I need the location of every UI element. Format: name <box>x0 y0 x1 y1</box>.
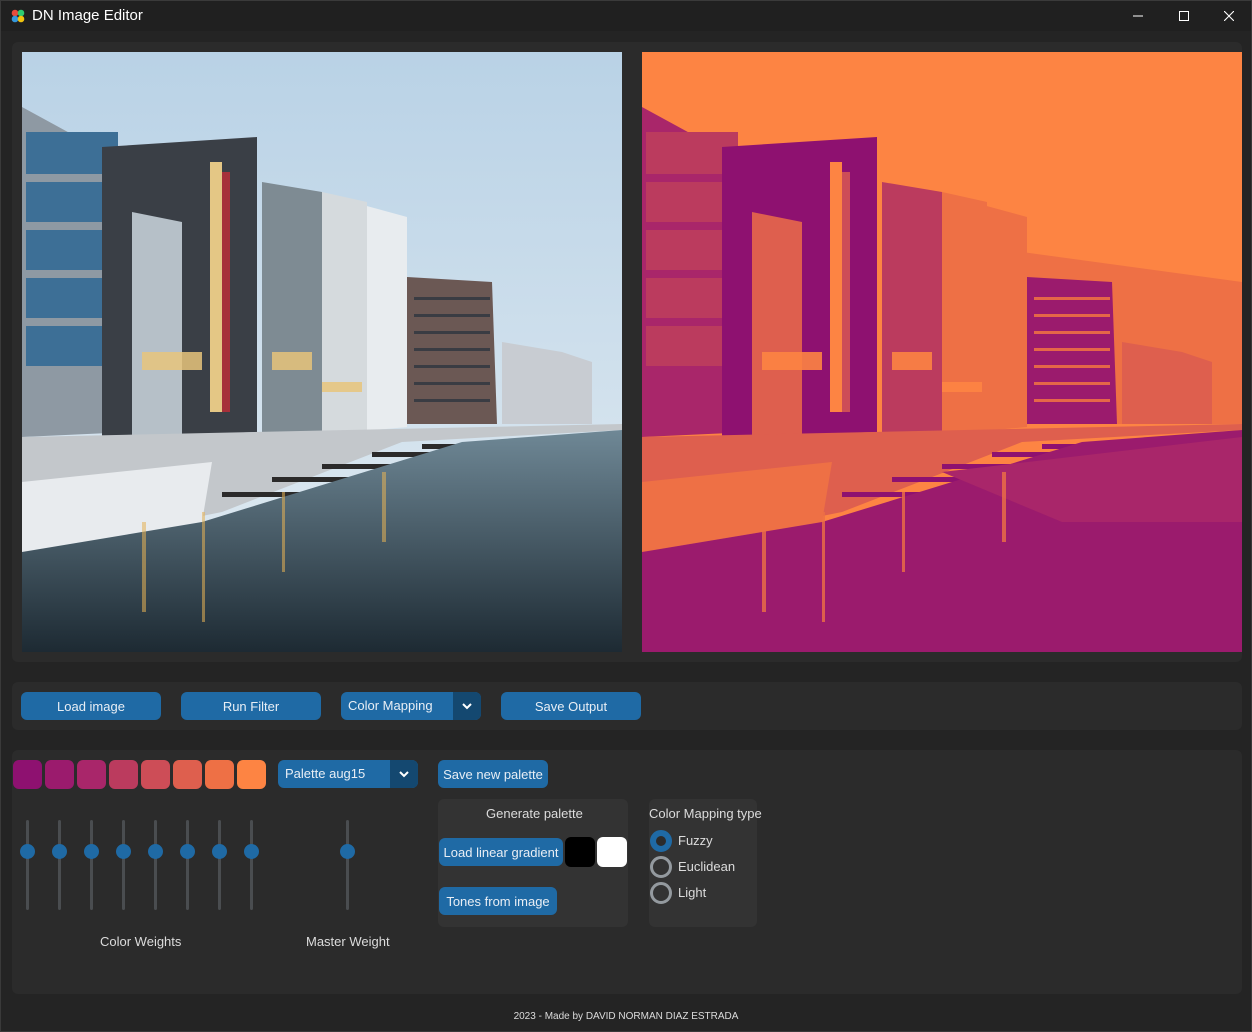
filter-dropdown-button[interactable] <box>453 692 481 720</box>
palette-swatch-5[interactable] <box>141 760 170 789</box>
slider-track <box>26 820 29 910</box>
tones-from-image-button[interactable]: Tones from image <box>439 887 557 915</box>
slider-track <box>186 820 189 910</box>
title-bar[interactable]: DN Image Editor <box>1 1 1251 31</box>
slider-handle[interactable] <box>180 844 195 859</box>
master-weight-label: Master Weight <box>306 934 390 949</box>
app-icon <box>11 9 25 23</box>
mapping-type-title: Color Mapping type <box>649 806 762 821</box>
slider-handle[interactable] <box>20 844 35 859</box>
color-weight-slider-5[interactable] <box>148 820 163 910</box>
minimize-button[interactable] <box>1115 1 1161 31</box>
radio-fuzzy-label: Fuzzy <box>678 833 713 848</box>
slider-handle[interactable] <box>244 844 259 859</box>
filter-select[interactable]: Color Mapping <box>341 692 481 720</box>
color-weights-label: Color Weights <box>100 934 182 949</box>
radio-unchecked-icon <box>650 856 672 878</box>
radio-euclidean-label: Euclidean <box>678 859 736 874</box>
palette-select[interactable]: Palette aug15 <box>278 760 418 788</box>
color-weight-slider-6[interactable] <box>180 820 195 910</box>
close-button[interactable] <box>1206 1 1252 31</box>
images-frame <box>12 42 1242 662</box>
color-weight-slider-4[interactable] <box>116 820 131 910</box>
filter-select-value: Color Mapping <box>348 698 433 713</box>
load-linear-gradient-button[interactable]: Load linear gradient <box>439 838 563 866</box>
save-output-button[interactable]: Save Output <box>501 692 641 720</box>
slider-handle[interactable] <box>148 844 163 859</box>
slider-track <box>250 820 253 910</box>
palette-swatch-1[interactable] <box>13 760 42 789</box>
save-new-palette-button[interactable]: Save new palette <box>438 760 548 788</box>
color-weight-slider-8[interactable] <box>244 820 259 910</box>
palette-swatch-8[interactable] <box>237 760 266 789</box>
maximize-button[interactable] <box>1161 1 1207 31</box>
slider-handle[interactable] <box>84 844 99 859</box>
chevron-down-icon <box>399 770 409 777</box>
palette-swatch-7[interactable] <box>205 760 234 789</box>
palette-swatch-6[interactable] <box>173 760 202 789</box>
mapping-type-panel: Color Mapping type Fuzzy Euclidean Light <box>649 799 762 927</box>
slider-handle[interactable] <box>212 844 227 859</box>
slider-handle[interactable] <box>340 844 355 859</box>
chevron-down-icon <box>462 702 472 709</box>
close-icon <box>1224 11 1234 21</box>
slider-track <box>346 820 349 910</box>
radio-checked-icon <box>650 830 672 852</box>
maximize-icon <box>1179 11 1189 21</box>
palette-select-value: Palette aug15 <box>285 766 366 781</box>
palette-swatch-2[interactable] <box>45 760 74 789</box>
color-weight-slider-1[interactable] <box>20 820 35 910</box>
minimize-icon <box>1133 15 1143 17</box>
output-image <box>642 52 1242 652</box>
palette-dropdown-button[interactable] <box>390 760 418 788</box>
generate-palette-panel: Generate palette Load linear gradient To… <box>438 799 628 927</box>
slider-handle[interactable] <box>52 844 67 859</box>
app-window: DN Image Editor Load image Run Filter Co… <box>0 0 1252 1032</box>
radio-light-label: Light <box>678 885 707 900</box>
radio-euclidean[interactable]: Euclidean <box>650 856 750 878</box>
load-image-button[interactable]: Load image <box>21 692 161 720</box>
run-filter-button[interactable]: Run Filter <box>181 692 321 720</box>
radio-unchecked-icon <box>650 882 672 904</box>
slider-track <box>90 820 93 910</box>
palette-swatch-4[interactable] <box>109 760 138 789</box>
slider-handle[interactable] <box>116 844 131 859</box>
color-weight-slider-2[interactable] <box>52 820 67 910</box>
color-weight-slider-7[interactable] <box>212 820 227 910</box>
toolbar: Load image Run Filter Color Mapping Save… <box>12 682 1242 730</box>
radio-fuzzy[interactable]: Fuzzy <box>650 830 750 852</box>
slider-track <box>154 820 157 910</box>
palette-settings: Palette aug15 Save new palette Color Wei… <box>12 750 1242 994</box>
original-image <box>22 52 622 652</box>
footer-credit: 2023 - Made by DAVID NORMAN DIAZ ESTRADA <box>513 1011 739 1022</box>
radio-light[interactable]: Light <box>650 882 750 904</box>
master-weight-slider[interactable] <box>340 820 355 910</box>
window-title: DN Image Editor <box>32 7 143 24</box>
generate-palette-title: Generate palette <box>486 806 583 821</box>
gradient-end-color[interactable] <box>597 837 627 867</box>
slider-track <box>218 820 221 910</box>
color-weight-slider-3[interactable] <box>84 820 99 910</box>
slider-track <box>122 820 125 910</box>
slider-track <box>58 820 61 910</box>
gradient-start-color[interactable] <box>565 837 595 867</box>
palette-swatch-3[interactable] <box>77 760 106 789</box>
